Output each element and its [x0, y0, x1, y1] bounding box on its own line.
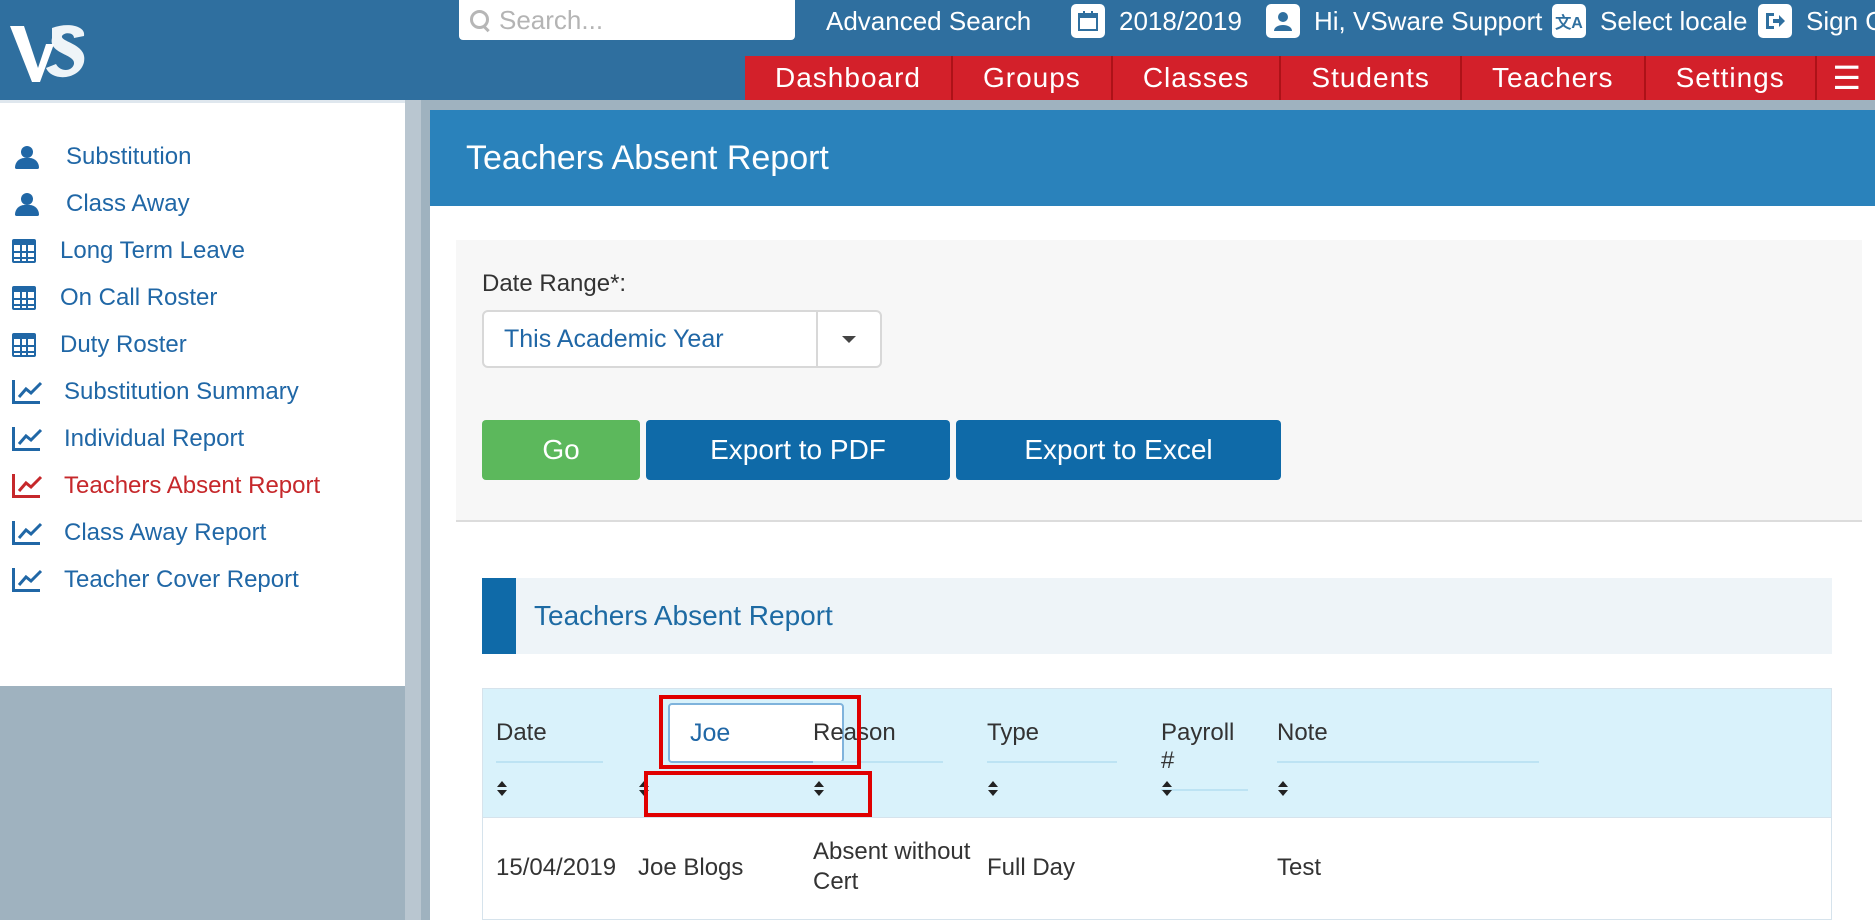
sidebar-item-label: Substitution — [66, 142, 192, 170]
sidebar-item-label: Class Away — [66, 189, 190, 217]
sidebar-item-individual-report[interactable]: Individual Report — [0, 415, 405, 462]
search-input[interactable] — [499, 4, 779, 36]
sidebar-item-label: Duty Roster — [60, 330, 187, 358]
line-chart-icon — [12, 473, 43, 498]
calendar-icon — [12, 285, 36, 310]
sign-out-icon — [1758, 4, 1792, 38]
sidebar-item-label: Teachers Absent Report — [64, 471, 321, 499]
nav-settings[interactable]: Settings — [1646, 56, 1817, 100]
sort-icon[interactable] — [1161, 781, 1173, 797]
main-nav: Dashboard Groups Classes Students Teache… — [745, 56, 1875, 100]
search-box[interactable] — [459, 0, 795, 40]
section-title: Teachers Absent Report — [482, 578, 1832, 654]
user-greeting: Hi, VSware Support — [1314, 5, 1543, 36]
sort-icon[interactable] — [496, 781, 508, 797]
sidebar-item-label: Individual Report — [64, 424, 245, 452]
language-icon: 文A — [1552, 4, 1586, 38]
highlight-box-filter — [659, 695, 861, 769]
search-icon — [469, 9, 491, 31]
sidebar-item-label: Class Away Report — [64, 518, 267, 546]
main-content: Teachers Absent Report Date Range*: This… — [430, 110, 1875, 920]
column-header-date[interactable]: Date — [496, 719, 603, 763]
sign-out-link[interactable]: Sign O — [1758, 0, 1875, 42]
column-header-type[interactable]: Type — [987, 719, 1117, 763]
cell-note: Test — [1277, 854, 1322, 881]
sidebar-item-label: On Call Roster — [60, 283, 218, 311]
sidebar-item-substitution[interactable]: Substitution — [0, 133, 405, 180]
user-menu[interactable]: Hi, VSware Support — [1266, 0, 1542, 42]
users-icon — [12, 144, 42, 170]
sidebar-item-class-away-report[interactable]: Class Away Report — [0, 509, 405, 556]
date-range-value: This Academic Year — [504, 324, 724, 353]
go-button[interactable]: Go — [482, 420, 640, 480]
sign-out-label: Sign O — [1806, 5, 1875, 36]
table-header: Date Reason Type Payroll # Note — [483, 689, 1831, 817]
locale-label: Select locale — [1600, 5, 1748, 36]
academic-year-label: 2018/2019 — [1119, 5, 1242, 36]
column-header-note[interactable]: Note — [1277, 719, 1539, 763]
top-header: Advanced Search 2018/2019 Hi, VSware Sup… — [0, 0, 1875, 100]
sidebar-item-label: Substitution Summary — [64, 377, 299, 405]
sidebar-divider — [405, 100, 421, 920]
sidebar-item-label: Long Term Leave — [60, 236, 246, 264]
nav-students[interactable]: Students — [1281, 56, 1462, 100]
sidebar-item-substitution-summary[interactable]: Substitution Summary — [0, 368, 405, 415]
menu-icon[interactable]: ☰ — [1817, 56, 1875, 100]
cell-reason-line2: Cert — [813, 868, 859, 895]
sidebar-item-class-away[interactable]: Class Away — [0, 180, 405, 227]
chevron-down-icon[interactable] — [816, 312, 880, 366]
sidebar-item-long-term-leave[interactable]: Long Term Leave — [0, 227, 405, 274]
user-icon — [1266, 4, 1300, 38]
calendar-icon — [12, 238, 36, 263]
highlight-box-sort — [644, 771, 872, 817]
nav-teachers[interactable]: Teachers — [1462, 56, 1646, 100]
calendar-icon — [12, 332, 36, 357]
line-chart-icon — [12, 426, 43, 451]
nav-groups[interactable]: Groups — [953, 56, 1113, 100]
sidebar-item-label: Teacher Cover Report — [64, 565, 299, 593]
filter-panel: Date Range*: This Academic Year Go Expor… — [456, 240, 1862, 522]
line-chart-icon — [12, 520, 43, 545]
sort-icon[interactable] — [1277, 781, 1289, 797]
sidebar-item-teacher-cover-report[interactable]: Teacher Cover Report — [0, 556, 405, 603]
advanced-search-link[interactable]: Advanced Search — [826, 0, 1031, 42]
users-icon — [12, 191, 42, 217]
nav-classes[interactable]: Classes — [1113, 56, 1282, 100]
line-chart-icon — [12, 567, 43, 592]
sidebar-item-duty-roster[interactable]: Duty Roster — [0, 321, 405, 368]
report-table: Date Reason Type Payroll # Note 15/04/20… — [482, 688, 1832, 920]
nav-dashboard[interactable]: Dashboard — [745, 56, 953, 100]
column-header-payroll[interactable]: Payroll # — [1161, 719, 1248, 791]
calendar-icon — [1071, 4, 1105, 38]
cell-type: Full Day — [987, 854, 1076, 881]
line-chart-icon — [12, 379, 43, 404]
sidebar-item-on-call-roster[interactable]: On Call Roster — [0, 274, 405, 321]
sort-icon[interactable] — [987, 781, 999, 797]
sidebar-item-teachers-absent-report[interactable]: Teachers Absent Report — [0, 462, 405, 509]
locale-selector[interactable]: 文A Select locale — [1552, 0, 1747, 42]
academic-year-selector[interactable]: 2018/2019 — [1071, 0, 1242, 42]
cell-reason-line1: Absent without — [813, 838, 971, 865]
sidebar: Substitution Class Away Long Term Leave … — [0, 100, 405, 686]
cell-name: Joe Blogs — [638, 854, 744, 881]
page-title: Teachers Absent Report — [430, 110, 1875, 206]
export-pdf-button[interactable]: Export to PDF — [646, 420, 950, 480]
date-range-select[interactable]: This Academic Year — [482, 310, 882, 368]
export-excel-button[interactable]: Export to Excel — [956, 420, 1281, 480]
date-range-label: Date Range*: — [482, 270, 627, 297]
cell-date: 15/04/2019 — [496, 854, 617, 881]
vsware-logo[interactable] — [8, 18, 90, 88]
advanced-search-label: Advanced Search — [826, 5, 1032, 36]
table-row[interactable]: 15/04/2019 Joe Blogs Absent without Cert… — [483, 817, 1831, 919]
